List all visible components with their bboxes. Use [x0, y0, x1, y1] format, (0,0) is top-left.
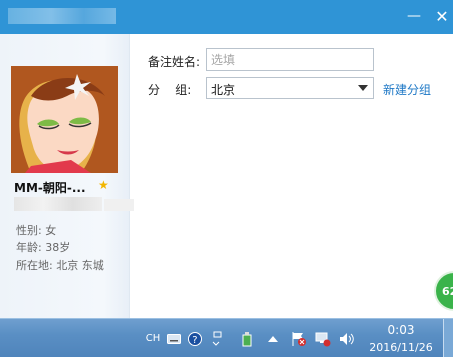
input-method-indicator[interactable]: CH	[144, 319, 162, 357]
clock-date: 2016/11/26	[369, 341, 433, 354]
badge-text: 62	[442, 285, 453, 298]
star-icon[interactable]: ★	[98, 178, 109, 192]
group-select[interactable]: 北京	[206, 77, 374, 99]
clock-time: 0:03	[387, 323, 415, 337]
contact-id-blurred-tail	[104, 199, 134, 211]
show-hidden-icon[interactable]	[266, 319, 280, 357]
contact-id-blurred	[14, 197, 102, 211]
info-age: 年龄: 38岁	[16, 241, 71, 254]
usb-icon[interactable]	[238, 319, 256, 357]
info-location: 所在地: 北京 东城	[16, 259, 104, 272]
close-button[interactable]: ✕	[432, 6, 452, 26]
dropdown-arrow-icon	[358, 85, 368, 91]
taskbar: CH ? 0:03 2016/11/26	[0, 318, 453, 357]
volume-icon[interactable]	[338, 319, 356, 357]
contact-name: MM-朝阳-...	[14, 181, 86, 195]
minimize-button[interactable]: —	[404, 6, 424, 26]
group-selected-value: 北京	[211, 83, 236, 97]
remark-name-input[interactable]	[206, 48, 374, 71]
remark-name-label: 备注姓名:	[148, 55, 201, 69]
keyboard-icon[interactable]	[166, 319, 182, 357]
system-clock[interactable]: 0:03 2016/11/26	[362, 322, 440, 356]
network-icon[interactable]	[314, 319, 332, 357]
svg-text:?: ?	[192, 335, 197, 346]
new-group-link[interactable]: 新建分组	[383, 81, 431, 98]
floating-speed-badge[interactable]: 62	[434, 271, 453, 311]
info-sex: 性别: 女	[16, 224, 57, 237]
title-bar: — ✕	[0, 0, 453, 34]
contact-name-row: MM-朝阳-... ★	[14, 178, 114, 195]
window-title-blurred	[8, 8, 116, 24]
avatar[interactable]	[11, 66, 118, 173]
options-icon[interactable]	[208, 319, 224, 357]
help-icon[interactable]: ?	[187, 319, 203, 357]
show-desktop-button[interactable]	[443, 319, 453, 357]
action-center-flag-icon[interactable]	[290, 319, 308, 357]
profile-panel: MM-朝阳-... ★ 性别: 女 年龄: 38岁 所在地: 北京 东城	[0, 34, 134, 318]
group-label: 分 组:	[148, 83, 192, 97]
